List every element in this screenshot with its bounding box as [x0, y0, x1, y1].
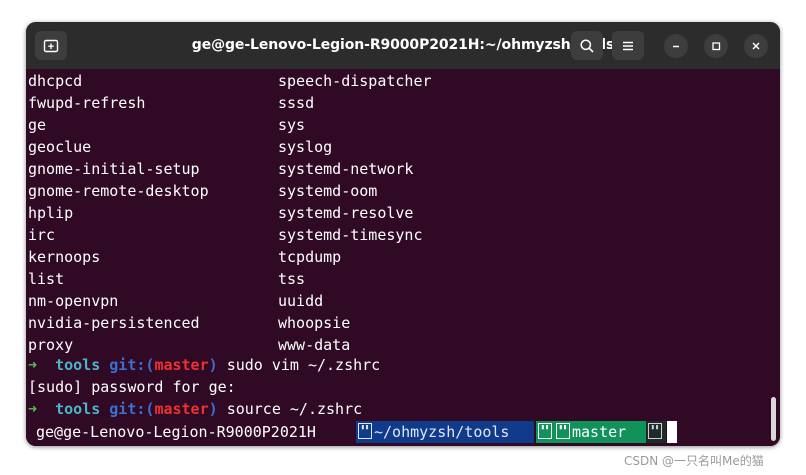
listing-row: proxy www-data: [28, 334, 350, 356]
prompt-arrow: ➜: [28, 356, 38, 374]
maximize-button[interactable]: [704, 34, 728, 58]
search-icon: [580, 38, 594, 53]
listing-row: geoclue syslog: [28, 136, 332, 158]
git-branch: master: [154, 400, 209, 418]
minimize-button[interactable]: [664, 34, 688, 58]
listing-row: ge sys: [28, 114, 305, 136]
listing-entry-left: gnome-initial-setup: [28, 160, 200, 178]
listing-row: nvidia-persistenced whoopsie: [28, 312, 350, 334]
listing-row: dhcpcd speech-dispatcher: [28, 70, 432, 92]
menu-button[interactable]: [612, 31, 644, 60]
listing-entry-left: kernoops: [28, 248, 101, 266]
branch-glyph-icon: ▮▮: [556, 423, 570, 439]
git-label: git:: [109, 356, 146, 374]
command-text: sudo vim ~/.zshrc: [226, 356, 381, 374]
status-host: ge@ge-Lenovo-Legion-R9000P2021H: [26, 421, 366, 443]
listing-entry-left: fwupd-refresh: [28, 94, 146, 112]
listing-entry-right: www-data: [278, 336, 351, 354]
listing-entry-left: list: [28, 270, 65, 288]
status-end-segment: ▮▮: [646, 421, 666, 443]
text-cursor: [667, 421, 677, 443]
listing-entry-right: speech-dispatcher: [278, 72, 432, 90]
listing-entry-left: geoclue: [28, 138, 92, 156]
status-path-segment: ▮▮ ~/ohmyzsh/tools: [356, 421, 534, 443]
listing-entry-right: systemd-network: [278, 160, 414, 178]
end-glyph-icon: ▮▮: [648, 423, 662, 439]
git-paren-close: ): [208, 400, 218, 418]
listing-entry-right: whoopsie: [278, 314, 351, 332]
listing-row: fwupd-refresh sssd: [28, 92, 314, 114]
prompt-directory: tools: [55, 356, 101, 374]
listing-entry-left: irc: [28, 226, 56, 244]
hamburger-menu-icon: [623, 41, 633, 50]
maximize-icon: [712, 42, 721, 51]
terminal-output[interactable]: dhcpcd speech-dispatcher fwupd-refresh sssd…: [26, 69, 780, 446]
listing-entry-left: dhcpcd: [28, 72, 83, 90]
git-glyph-icon: ▮▮: [538, 423, 552, 439]
status-path: ~/ohmyzsh/tools: [374, 423, 510, 441]
listing-row: nm-openvpn uuidd: [28, 290, 323, 312]
listing-entry-right: uuidd: [278, 292, 324, 310]
close-button[interactable]: [744, 34, 768, 58]
search-button[interactable]: [571, 31, 603, 60]
listing-entry-left: hplip: [28, 204, 74, 222]
listing-entry-right: systemd-resolve: [278, 204, 414, 222]
terminal-window: ge@ge-Lenovo-Legion-R9000P2021H:~/ohmyzs…: [26, 22, 780, 446]
powerline-status: ge@ge-Lenovo-Legion-R9000P2021H ▮▮ ~/ohmy…: [26, 421, 780, 445]
sudo-prompt-line: [sudo] password for ge:: [28, 378, 236, 396]
scrollbar-thumb[interactable]: [771, 397, 776, 441]
prompt-arrow: ➜: [28, 400, 38, 418]
listing-entry-right: tcpdump: [278, 248, 342, 266]
listing-entry-right: sys: [278, 116, 306, 134]
git-branch: master: [154, 356, 209, 374]
listing-entry-left: ge: [28, 116, 47, 134]
listing-entry-right: sssd: [278, 94, 315, 112]
listing-entry-right: systemd-timesync: [278, 226, 423, 244]
listing-entry-left: proxy: [28, 336, 74, 354]
listing-row: irc systemd-timesync: [28, 224, 423, 246]
command-text: source ~/.zshrc: [226, 400, 363, 418]
listing-entry-right: tss: [278, 270, 306, 288]
prompt-line-1: ➜ tools git:(master) sudo vim ~/.zshrc: [28, 354, 380, 376]
listing-entry-right: systemd-oom: [278, 182, 378, 200]
status-git-segment: ▮▮ ▮▮ master: [536, 421, 646, 443]
folder-glyph-icon: ▮▮: [358, 423, 372, 439]
listing-entry-left: nm-openvpn: [28, 292, 119, 310]
listing-row: kernoops tcpdump: [28, 246, 341, 268]
prompt-line-2: ➜ tools git:(master) source ~/.zshrc: [28, 398, 362, 420]
listing-row: gnome-remote-desktop systemd-oom: [28, 180, 377, 202]
listing-entry-right: syslog: [278, 138, 333, 156]
title-bar[interactable]: ge@ge-Lenovo-Legion-R9000P2021H:~/ohmyzs…: [26, 22, 780, 69]
listing-entry-left: nvidia-persistenced: [28, 314, 200, 332]
listing-row: hplip systemd-resolve: [28, 202, 413, 224]
watermark: CSDN @一只名叫Me的猫: [624, 454, 764, 468]
git-paren-close: ): [208, 356, 218, 374]
minimize-icon: [673, 45, 679, 48]
prompt-directory: tools: [55, 400, 101, 418]
listing-entry-left: gnome-remote-desktop: [28, 182, 209, 200]
close-icon: [752, 42, 760, 50]
listing-row: list tss: [28, 268, 305, 290]
git-label: git:: [109, 400, 146, 418]
listing-row: gnome-initial-setup systemd-network: [28, 158, 413, 180]
status-branch: master: [572, 423, 627, 441]
